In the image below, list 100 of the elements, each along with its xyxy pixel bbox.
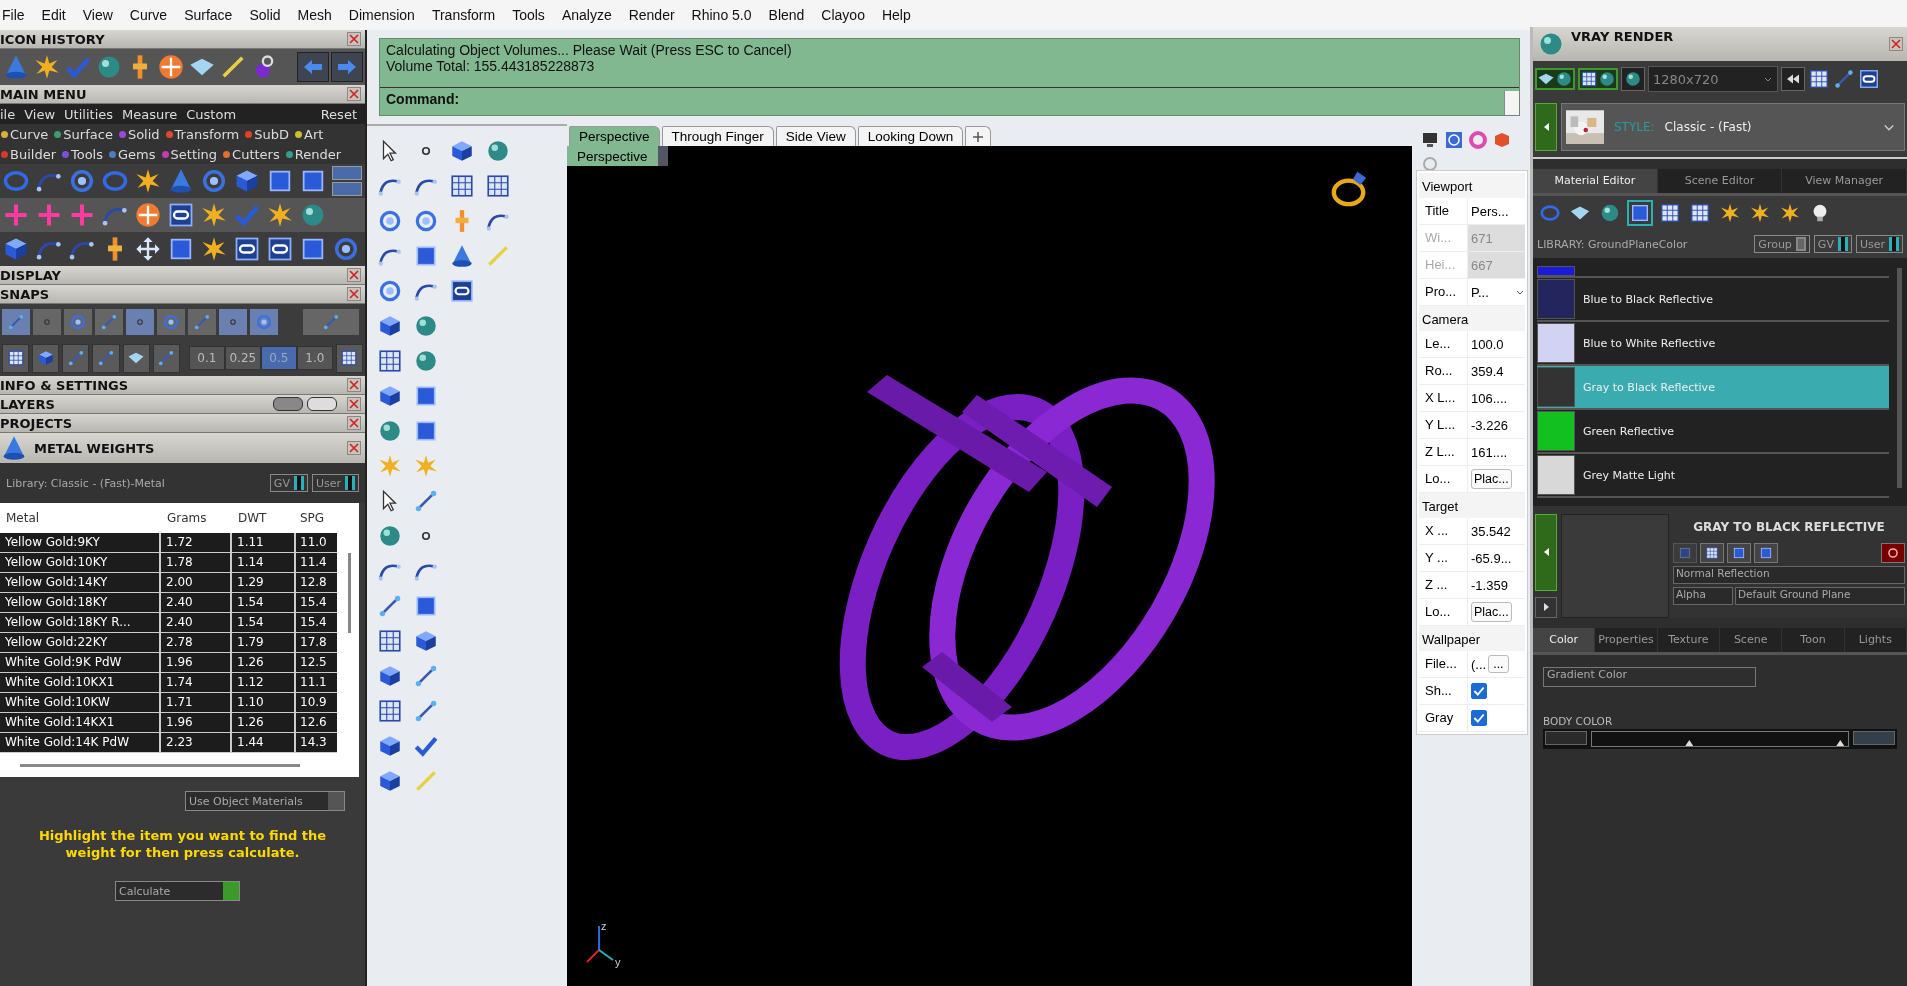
line-icon[interactable] xyxy=(413,663,439,689)
close-icon[interactable] xyxy=(347,378,361,392)
cube-icon[interactable] xyxy=(36,349,55,367)
menu-item[interactable]: Analyze xyxy=(561,7,612,23)
cube-icon[interactable] xyxy=(377,663,403,689)
link-icon[interactable] xyxy=(266,235,294,263)
grid-icon[interactable] xyxy=(449,173,475,199)
menu-item[interactable]: Utilities xyxy=(64,106,114,122)
category-link[interactable]: Render xyxy=(294,146,341,162)
panel-header[interactable]: ICON HISTORY xyxy=(0,30,365,49)
settings-tab[interactable]: Properties xyxy=(1595,628,1658,652)
reset-link[interactable]: Reset xyxy=(320,106,357,122)
category-link[interactable]: SubD xyxy=(254,126,289,142)
sphere-icon[interactable] xyxy=(1599,202,1621,224)
close-icon[interactable] xyxy=(347,397,361,411)
gradient-slider[interactable] xyxy=(1591,731,1849,747)
column-header[interactable]: DWT xyxy=(232,511,296,525)
category-link[interactable]: Transform xyxy=(174,126,240,142)
grid-icon[interactable] xyxy=(1659,202,1681,224)
snap-option-button[interactable] xyxy=(2,343,30,373)
snap-toggle[interactable] xyxy=(95,309,123,335)
menu-item[interactable]: View xyxy=(24,106,56,122)
editor-tab[interactable]: Material Editor xyxy=(1533,169,1658,193)
grid-icon[interactable] xyxy=(377,348,403,374)
property-value[interactable]: 35.542 xyxy=(1467,518,1525,544)
circle-icon[interactable] xyxy=(69,313,87,331)
close-icon[interactable] xyxy=(347,287,361,301)
grid-icon[interactable] xyxy=(340,349,359,367)
color-swatch[interactable] xyxy=(1545,731,1587,745)
column-header[interactable]: Grams xyxy=(161,511,232,525)
menu-item[interactable]: Solid xyxy=(249,7,281,23)
line-icon[interactable] xyxy=(100,313,118,331)
cube-icon[interactable] xyxy=(377,768,403,794)
grid-icon[interactable] xyxy=(1808,68,1830,90)
grid-icon[interactable] xyxy=(1689,202,1711,224)
layer-toggle-button[interactable] xyxy=(273,397,303,411)
category-link[interactable]: Gems xyxy=(118,146,156,162)
snap-toggle[interactable] xyxy=(250,309,278,335)
category-link[interactable]: Curve xyxy=(10,126,49,142)
viewport[interactable]: Perspective z y xyxy=(567,146,1412,986)
category-link[interactable]: Builder xyxy=(10,146,56,162)
panel-header[interactable]: INFO & SETTINGS xyxy=(0,376,365,395)
gradient-stop-handle[interactable] xyxy=(1685,740,1694,746)
viewport-tab[interactable]: Through Finger xyxy=(661,126,774,146)
settings-tab[interactable]: Toon xyxy=(1782,628,1845,652)
panel-header[interactable]: DISPLAY xyxy=(0,266,365,285)
circle-icon[interactable] xyxy=(377,278,403,304)
toggle-switch[interactable]: Group xyxy=(1754,235,1810,253)
toggle-switch[interactable]: User xyxy=(311,474,359,492)
scrollbar[interactable] xyxy=(348,553,351,633)
toggle-switch[interactable]: GV xyxy=(1813,235,1852,253)
grid-step-option[interactable]: 0.25 xyxy=(224,346,261,370)
property-dropdown[interactable]: P... xyxy=(1467,279,1525,305)
grid-icon[interactable] xyxy=(377,628,403,654)
gradient-stop-handle[interactable] xyxy=(1836,740,1845,746)
material-row[interactable]: Blue to Black Reflective xyxy=(1537,278,1889,322)
line-icon[interactable] xyxy=(7,313,25,331)
checkbox[interactable] xyxy=(1471,683,1487,699)
grid-icon[interactable] xyxy=(377,698,403,724)
alpha-toggle[interactable]: Alpha xyxy=(1673,587,1733,605)
place-button[interactable]: Plac... xyxy=(1471,602,1512,622)
snap-toggle[interactable] xyxy=(33,309,61,335)
render-region-button[interactable] xyxy=(1578,68,1618,90)
menu-item[interactable]: Rhino 5.0 xyxy=(691,7,752,23)
settings-tab[interactable]: Texture xyxy=(1657,628,1720,652)
panel-header[interactable]: MAIN MENU xyxy=(0,85,365,104)
category-link[interactable]: Surface xyxy=(63,126,113,142)
material-icon[interactable] xyxy=(1492,130,1512,150)
close-icon[interactable] xyxy=(347,441,361,455)
close-icon[interactable] xyxy=(347,32,361,46)
material-row[interactable]: Green Reflective xyxy=(1537,410,1889,454)
cone-icon[interactable] xyxy=(449,243,475,269)
material-row[interactable]: Grey Matte Light xyxy=(1537,454,1889,498)
color-mode-dropdown[interactable]: Gradient Color xyxy=(1543,667,1756,687)
ring-drawing[interactable] xyxy=(839,375,1215,760)
category-link[interactable]: Solid xyxy=(127,126,160,142)
grid-step-option[interactable]: 0.1 xyxy=(188,346,225,370)
line-icon[interactable] xyxy=(193,313,211,331)
menu-item[interactable]: Measure xyxy=(122,106,178,122)
viewport-tab[interactable]: Perspective xyxy=(569,126,660,146)
command-field[interactable]: Command: xyxy=(380,88,1499,110)
menu-item[interactable]: Surface xyxy=(184,7,233,23)
snap-toggle[interactable] xyxy=(126,309,154,335)
category-link[interactable]: Art xyxy=(304,126,324,142)
target-icon[interactable] xyxy=(134,201,162,229)
rewind-button[interactable] xyxy=(1781,67,1805,91)
square-icon[interactable] xyxy=(1629,202,1651,224)
cube-icon[interactable] xyxy=(377,733,403,759)
cube-icon[interactable] xyxy=(377,313,403,339)
panel-header[interactable]: LAYERS xyxy=(0,395,365,414)
viewport-tab[interactable]: Side View xyxy=(775,126,856,146)
scrollbar[interactable] xyxy=(20,764,300,767)
circle-icon[interactable] xyxy=(68,167,96,195)
close-icon[interactable] xyxy=(347,87,361,101)
place-button[interactable]: Plac... xyxy=(1471,469,1512,489)
category-link[interactable]: Tools xyxy=(71,146,103,162)
panel-toggle-button[interactable] xyxy=(332,182,362,196)
grid-step-option[interactable]: 1.0 xyxy=(296,346,333,370)
property-value[interactable]: Pers... xyxy=(1467,198,1525,224)
menu-item[interactable]: Custom xyxy=(186,106,237,122)
